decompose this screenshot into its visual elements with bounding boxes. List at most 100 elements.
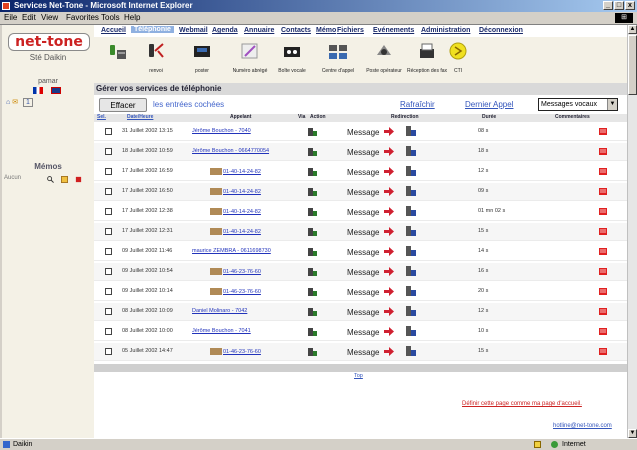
- row-checkbox[interactable]: [105, 168, 112, 175]
- nav-agenda[interactable]: Agenda: [212, 27, 238, 34]
- net-tone-logo[interactable]: net-tone: [8, 33, 90, 51]
- row-checkbox[interactable]: [105, 268, 112, 275]
- row-caller[interactable]: maurice ZEMBRA - 0611698730: [192, 248, 271, 254]
- forward-arrow-icon[interactable]: [384, 167, 394, 176]
- maximize-button[interactable]: □: [614, 1, 624, 10]
- row-checkbox[interactable]: [105, 128, 112, 135]
- chevron-down-icon[interactable]: ▼: [607, 99, 617, 110]
- menu-view[interactable]: View: [41, 13, 58, 22]
- redirect-phone-icon[interactable]: [405, 165, 417, 177]
- play-message-icon[interactable]: [307, 126, 318, 137]
- comment-icon[interactable]: [599, 328, 607, 335]
- toolbar-boite-vocale[interactable]: Boîte vocale: [266, 41, 318, 74]
- play-message-icon[interactable]: [307, 326, 318, 337]
- toolbar-poster[interactable]: poster: [176, 41, 228, 74]
- play-message-icon[interactable]: [307, 206, 318, 217]
- nav-contacts[interactable]: Contacts: [281, 27, 311, 34]
- close-button[interactable]: x: [625, 1, 635, 10]
- scroll-down-arrow-icon[interactable]: ▼: [628, 429, 637, 438]
- play-message-icon[interactable]: [307, 186, 318, 197]
- header-select[interactable]: Sel.: [97, 114, 106, 120]
- minimize-button[interactable]: _: [603, 1, 613, 10]
- comment-icon[interactable]: [599, 248, 607, 255]
- row-caller[interactable]: 01-40-14-24-82: [210, 208, 261, 215]
- row-caller[interactable]: Daniel Molinaro - 7042: [192, 308, 247, 314]
- redirect-phone-icon[interactable]: [405, 185, 417, 197]
- redirect-phone-icon[interactable]: [405, 125, 417, 137]
- row-caller[interactable]: Jérôme Bouchon - 7040: [192, 128, 251, 134]
- row-caller[interactable]: 01-46-23-76-60: [210, 268, 261, 275]
- play-message-icon[interactable]: [307, 266, 318, 277]
- forward-arrow-icon[interactable]: [384, 227, 394, 236]
- comment-icon[interactable]: [599, 348, 607, 355]
- mail-icon[interactable]: ✉: [12, 99, 18, 106]
- nav-deconnexion[interactable]: Déconnexion: [479, 27, 523, 34]
- menu-file[interactable]: Eile: [4, 13, 17, 22]
- menu-edit[interactable]: Edit: [22, 13, 36, 22]
- row-caller[interactable]: Jérôme Bouchon - 0664770054: [192, 148, 269, 154]
- redirect-phone-icon[interactable]: [405, 145, 417, 157]
- nav-accueil[interactable]: Accueil: [101, 27, 126, 34]
- comment-icon[interactable]: [599, 208, 607, 215]
- play-message-icon[interactable]: [307, 226, 318, 237]
- play-message-icon[interactable]: [307, 346, 318, 357]
- comment-icon[interactable]: [599, 288, 607, 295]
- forward-arrow-icon[interactable]: [384, 247, 394, 256]
- redirect-phone-icon[interactable]: [405, 325, 417, 337]
- comment-icon[interactable]: [599, 228, 607, 235]
- row-checkbox[interactable]: [105, 308, 112, 315]
- redirect-phone-icon[interactable]: [405, 305, 417, 317]
- play-message-icon[interactable]: [307, 246, 318, 257]
- row-caller[interactable]: 01-46-23-76-60: [210, 288, 261, 295]
- row-checkbox[interactable]: [105, 248, 112, 255]
- delete-memo-icon[interactable]: [75, 176, 82, 183]
- home-icon[interactable]: ⌂: [6, 99, 10, 106]
- delete-button[interactable]: Effacer: [99, 98, 147, 112]
- forward-arrow-icon[interactable]: [384, 287, 394, 296]
- set-homepage-link[interactable]: Définir cette page comme ma page d'accue…: [462, 401, 582, 407]
- comment-icon[interactable]: [599, 148, 607, 155]
- toolbar-renvoi[interactable]: renvoi: [130, 41, 182, 74]
- forward-arrow-icon[interactable]: [384, 347, 394, 356]
- french-flag-icon[interactable]: [33, 87, 43, 94]
- comment-icon[interactable]: [599, 308, 607, 315]
- scrollbar-thumb[interactable]: [628, 35, 637, 95]
- toolbar-centre-appel[interactable]: Centre d'appel: [312, 41, 364, 74]
- row-checkbox[interactable]: [105, 188, 112, 195]
- nav-telephonie[interactable]: Téléphonie: [131, 26, 174, 33]
- forward-arrow-icon[interactable]: [384, 207, 394, 216]
- vertical-scrollbar[interactable]: ▲ ▼: [627, 25, 637, 438]
- redirect-phone-icon[interactable]: [405, 205, 417, 217]
- last-call-link[interactable]: Dernier Appel: [465, 100, 513, 109]
- redirect-phone-icon[interactable]: [405, 285, 417, 297]
- forward-arrow-icon[interactable]: [384, 147, 394, 156]
- nav-memo[interactable]: Mémo: [316, 27, 336, 34]
- comment-icon[interactable]: [599, 188, 607, 195]
- forward-arrow-icon[interactable]: [384, 327, 394, 336]
- refresh-link[interactable]: Rafraîchir: [400, 100, 435, 109]
- row-caller[interactable]: 01-40-14-24-82: [210, 168, 261, 175]
- row-checkbox[interactable]: [105, 148, 112, 155]
- nav-administration[interactable]: Administration: [421, 27, 470, 34]
- message-type-select[interactable]: Messages vocaux ▼: [538, 98, 618, 111]
- row-checkbox[interactable]: [105, 288, 112, 295]
- redirect-phone-icon[interactable]: [405, 265, 417, 277]
- row-checkbox[interactable]: [105, 208, 112, 215]
- forward-arrow-icon[interactable]: [384, 307, 394, 316]
- redirect-phone-icon[interactable]: [405, 245, 417, 257]
- redirect-phone-icon[interactable]: [405, 345, 417, 357]
- row-checkbox[interactable]: [105, 228, 112, 235]
- edit-memo-icon[interactable]: [61, 176, 68, 183]
- uk-flag-icon[interactable]: [51, 87, 61, 94]
- row-checkbox[interactable]: [105, 328, 112, 335]
- search-icon[interactable]: [47, 176, 54, 183]
- nav-evenements[interactable]: Evénements: [373, 27, 414, 34]
- play-message-icon[interactable]: [307, 146, 318, 157]
- row-checkbox[interactable]: [105, 348, 112, 355]
- row-caller[interactable]: Jérôme Bouchon - 7041: [192, 328, 251, 334]
- row-caller[interactable]: 01-46-23-76-60: [210, 348, 261, 355]
- play-message-icon[interactable]: [307, 286, 318, 297]
- header-date[interactable]: Date/Heure: [127, 114, 153, 120]
- forward-arrow-icon[interactable]: [384, 267, 394, 276]
- quick-select[interactable]: 1: [23, 98, 33, 107]
